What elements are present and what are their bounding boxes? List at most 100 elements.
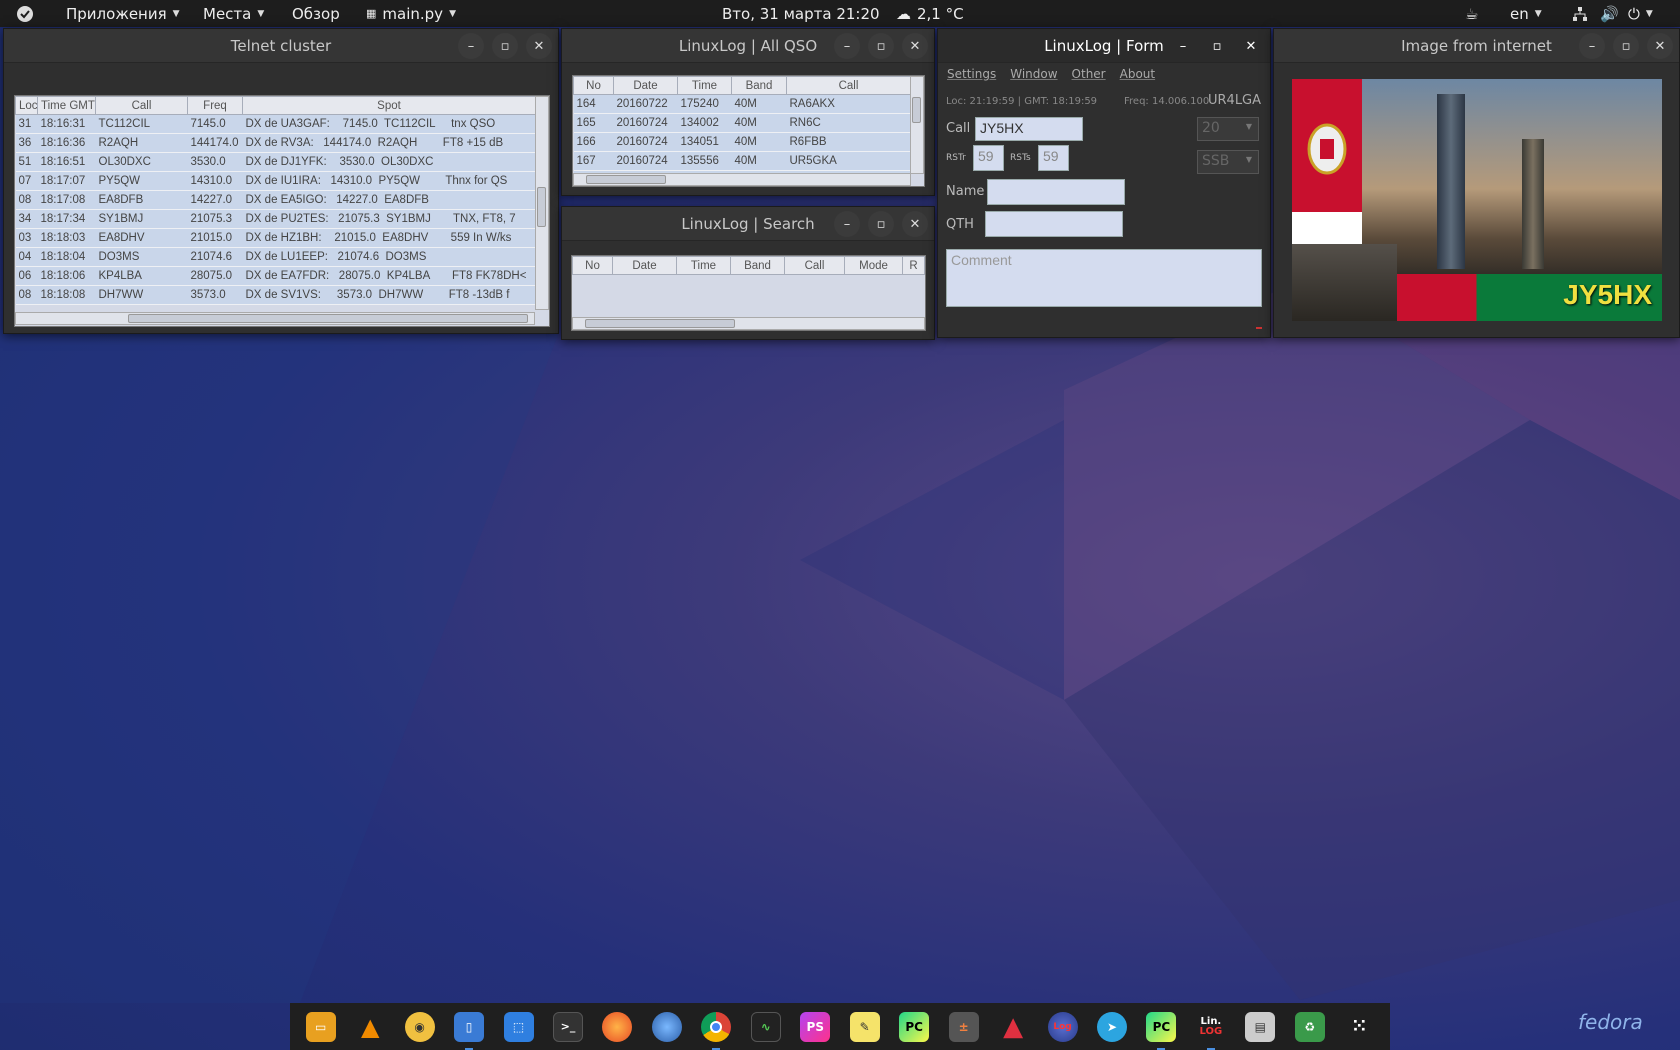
column-header[interactable]: R <box>902 256 925 275</box>
clock[interactable]: Вто, 31 марта 21:20 <box>722 0 880 27</box>
pycharm-running-icon[interactable]: PC <box>1146 1011 1177 1050</box>
close-button[interactable]: ✕ <box>1647 33 1673 59</box>
horizontal-scrollbar[interactable] <box>15 312 535 325</box>
minimize-button[interactable]: – <box>1579 33 1605 59</box>
terminal-icon[interactable]: >_ <box>552 1011 583 1042</box>
column-header[interactable]: Loc <box>15 96 38 115</box>
table-row[interactable]: 164 20160722 175240 40M RA6AKX <box>573 94 911 114</box>
table-row[interactable]: 34 18:17:34 SY1BMJ 21075.3 DX de PU2TES: 210… <box>15 209 536 229</box>
linlog-icon[interactable]: Lin. LOG <box>1196 1012 1226 1050</box>
logbook-icon[interactable]: Log <box>1047 1011 1078 1042</box>
close-button[interactable]: ✕ <box>902 33 928 59</box>
table-row[interactable]: 03 18:18:03 EA8DHV 21015.0 DX de HZ1BH: 2101… <box>15 228 536 248</box>
telegram-icon[interactable]: ➤ <box>1096 1011 1127 1042</box>
phone-icon[interactable]: ▯ <box>454 1011 485 1050</box>
vlc-icon[interactable]: ▲ <box>355 1012 385 1042</box>
phpstorm-icon[interactable]: PS <box>800 1011 831 1042</box>
maximize-button[interactable]: ▫ <box>1204 33 1230 59</box>
column-header[interactable]: Call <box>784 256 845 275</box>
power-menu[interactable]: ⏻ ▼ <box>1628 0 1653 27</box>
table-row[interactable]: 36 18:16:36 R2AQH 144174.0 DX de RV3A: 14417… <box>15 133 536 153</box>
table-row[interactable]: 165 20160724 134002 40M RN6C <box>573 113 911 133</box>
minimize-button[interactable]: – <box>458 33 484 59</box>
show-apps-icon[interactable]: ⁙ <box>1344 1012 1374 1042</box>
window-titlebar[interactable]: LinuxLog | Form – ▫ ✕ <box>938 29 1270 63</box>
system-monitor-icon[interactable]: ∿ <box>750 1011 781 1042</box>
pycharm-icon[interactable]: PC <box>899 1011 930 1042</box>
menu-settings[interactable]: Settings <box>947 67 996 81</box>
table-row[interactable]: 08 18:18:08 DH7WW 3573.0 DX de SV1VS: 3573.0… <box>15 285 536 305</box>
column-header[interactable]: No <box>573 76 614 95</box>
horizontal-scrollbar[interactable] <box>572 317 925 330</box>
table-row[interactable]: 07 18:17:07 PY5QW 14310.0 DX de IU1IRA: 1431… <box>15 171 536 191</box>
table-row[interactable]: 166 20160724 134051 40M R6FBB <box>573 132 911 152</box>
close-button[interactable]: ✕ <box>902 211 928 237</box>
mode-select[interactable]: SSB ▼ <box>1197 150 1259 174</box>
triangle-app-icon[interactable]: ▲ <box>998 1012 1028 1042</box>
column-header[interactable]: Freq <box>187 96 243 115</box>
call-input[interactable]: JY5HX <box>975 117 1083 141</box>
maximize-button[interactable]: ▫ <box>868 33 894 59</box>
close-button[interactable]: ✕ <box>1238 33 1264 59</box>
column-header[interactable]: Call <box>786 76 911 95</box>
menu-window[interactable]: Window <box>1010 67 1057 81</box>
window-titlebar[interactable]: Telnet cluster – ▫ ✕ <box>4 29 558 63</box>
recycle-icon[interactable]: ♻ <box>1294 1011 1325 1042</box>
column-header[interactable]: Time GMT <box>37 96 96 115</box>
table-row[interactable]: 31 18:16:31 TC112CIL 7145.0 DX de UA3GAF: 71… <box>15 114 536 134</box>
menu-other[interactable]: Other <box>1072 67 1106 81</box>
rstr-input[interactable]: 59 <box>973 145 1004 171</box>
table-row[interactable]: 167 20160724 135556 40M UR5GKA <box>573 151 911 171</box>
minimize-button[interactable]: – <box>1170 33 1196 59</box>
firefox-icon[interactable] <box>602 1011 633 1042</box>
vertical-scrollbar[interactable] <box>535 96 549 310</box>
browser-icon[interactable] <box>651 1011 682 1042</box>
minimize-button[interactable]: – <box>834 211 860 237</box>
calculator-icon[interactable]: ± <box>948 1011 979 1042</box>
activities-icon[interactable] <box>16 0 34 27</box>
column-header[interactable]: No <box>572 256 613 275</box>
column-header[interactable]: Call <box>95 96 188 115</box>
table-row[interactable]: 08 18:17:08 EA8DFB 14227.0 DX de EA5IGO: 142… <box>15 190 536 210</box>
menu-about[interactable]: About <box>1120 67 1155 81</box>
maximize-button[interactable]: ▫ <box>492 33 518 59</box>
notes-icon[interactable]: ✎ <box>849 1011 880 1042</box>
column-header[interactable]: Band <box>730 256 785 275</box>
language-menu[interactable]: en ▼ <box>1510 0 1542 27</box>
table-row[interactable]: 51 18:16:51 OL30DXC 3530.0 DX de DJ1YFK: 353… <box>15 152 536 172</box>
places-menu[interactable]: Места ▼ <box>203 0 264 27</box>
maximize-button[interactable]: ▫ <box>868 211 894 237</box>
vertical-scrollbar[interactable] <box>910 76 924 174</box>
horizontal-scrollbar[interactable] <box>573 173 911 186</box>
column-header[interactable]: Mode <box>844 256 903 275</box>
qth-input[interactable] <box>985 211 1123 237</box>
window-titlebar[interactable]: LinuxLog | Search – ▫ ✕ <box>562 207 934 241</box>
maximize-button[interactable]: ▫ <box>1613 33 1639 59</box>
volume-icon[interactable]: 🔊 <box>1600 0 1619 27</box>
network-icon[interactable] <box>1572 0 1588 27</box>
name-input[interactable] <box>987 179 1125 205</box>
window-titlebar[interactable]: LinuxLog | All QSO – ▫ ✕ <box>562 29 934 63</box>
files-icon[interactable]: ▭ <box>305 1011 336 1042</box>
window-titlebar[interactable]: Image from internet – ▫ ✕ <box>1274 29 1679 63</box>
table-row[interactable]: 04 18:18:04 DO3MS 21074.6 DX de LU1EEP: 2107… <box>15 247 536 267</box>
band-select[interactable]: 20 ▼ <box>1197 117 1259 141</box>
overview-button[interactable]: Обзор <box>292 0 340 27</box>
weather[interactable]: ☁ 2,1 °C <box>896 0 964 27</box>
chrome-icon[interactable] <box>701 1011 732 1050</box>
column-header[interactable]: Date <box>613 76 678 95</box>
column-header[interactable]: Spot <box>242 96 536 115</box>
column-header[interactable]: Time <box>676 256 731 275</box>
active-app-menu[interactable]: ▦ main.py ▼ <box>366 0 456 27</box>
applications-menu[interactable]: Приложения ▼ <box>66 0 180 27</box>
rhythmbox-icon[interactable]: ◉ <box>404 1011 435 1042</box>
software-icon[interactable]: ⬚ <box>503 1011 534 1042</box>
column-header[interactable]: Date <box>612 256 677 275</box>
column-header[interactable]: Time <box>677 76 732 95</box>
minimize-button[interactable]: – <box>834 33 860 59</box>
column-header[interactable]: Band <box>731 76 787 95</box>
archive-icon[interactable]: ▤ <box>1245 1011 1276 1042</box>
rsts-input[interactable]: 59 <box>1038 145 1069 171</box>
coffee-icon[interactable]: ☕ <box>1465 0 1478 27</box>
table-row[interactable]: 06 18:18:06 KP4LBA 28075.0 DX de EA7FDR: 280… <box>15 266 536 286</box>
